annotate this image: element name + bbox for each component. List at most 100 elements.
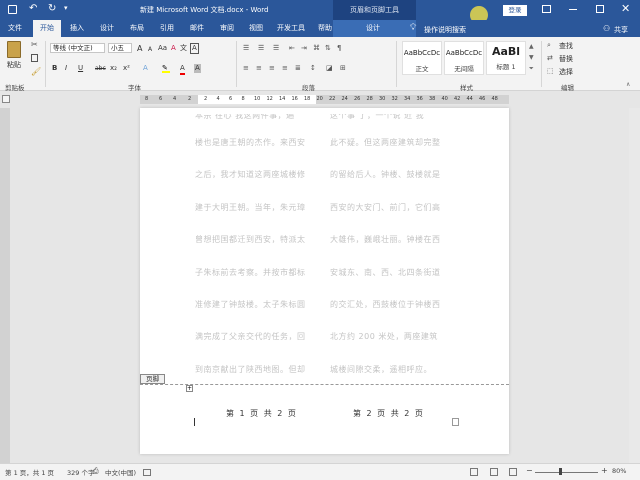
- cut-icon[interactable]: ✂: [31, 40, 38, 49]
- save-icon[interactable]: [8, 5, 17, 14]
- document-page[interactable]: [140, 108, 509, 454]
- style-heading-1[interactable]: AaBl 标题 1: [486, 41, 526, 75]
- numbering-icon[interactable]: ☰: [258, 44, 264, 52]
- close-icon[interactable]: ✕: [621, 2, 630, 15]
- style-normal[interactable]: AaBbCcDc 正文: [402, 41, 442, 75]
- ruler-number: 4: [173, 96, 177, 102]
- tab-review[interactable]: 审阅: [214, 20, 240, 37]
- sort-icon[interactable]: ⇅: [325, 44, 331, 52]
- styles-scroll-up-icon[interactable]: ▲: [529, 43, 534, 50]
- paste-button[interactable]: 粘贴: [7, 61, 21, 70]
- context-tools-title: 页眉和页脚工具: [333, 0, 416, 20]
- justify-icon[interactable]: ≡: [282, 64, 288, 72]
- ruler-number: 38: [429, 96, 436, 102]
- tab-references[interactable]: 引用: [154, 20, 180, 37]
- zoom-in-button[interactable]: +: [601, 466, 608, 475]
- font-color-button[interactable]: A: [180, 64, 185, 75]
- tab-view[interactable]: 视图: [243, 20, 269, 37]
- tab-home[interactable]: 开始: [33, 20, 61, 37]
- select-button[interactable]: 选择: [559, 68, 573, 77]
- text-effects-button[interactable]: A: [143, 64, 148, 73]
- ribbon-display-icon[interactable]: [542, 5, 551, 13]
- zoom-level[interactable]: 80%: [612, 467, 626, 475]
- zoom-out-button[interactable]: −: [526, 466, 533, 475]
- copy-icon[interactable]: [31, 54, 38, 62]
- tab-design[interactable]: 设计: [94, 20, 120, 37]
- word-count-status[interactable]: 329 个字: [67, 467, 94, 477]
- select-icon[interactable]: ⬚: [547, 67, 554, 75]
- borders-icon[interactable]: ⊞: [340, 64, 346, 72]
- align-right-icon[interactable]: ≡: [269, 64, 275, 72]
- page-count-status[interactable]: 第 1 页，共 1 页: [5, 467, 54, 477]
- style-no-spacing[interactable]: AaBbCcDc 无间隔: [444, 41, 484, 75]
- tab-layout[interactable]: 布局: [124, 20, 150, 37]
- font-size-box[interactable]: 小五: [108, 43, 132, 53]
- separator: [45, 41, 46, 87]
- replace-icon[interactable]: ⇄: [547, 54, 553, 62]
- redo-icon[interactable]: ↻: [48, 3, 56, 14]
- text-line: 准修建了钟鼓楼。太子朱标圆: [195, 300, 306, 309]
- increase-indent-icon[interactable]: ⇥: [301, 44, 307, 52]
- change-case-button[interactable]: Aa: [158, 44, 167, 53]
- tab-file[interactable]: 文件: [2, 20, 28, 37]
- align-left-icon[interactable]: ≡: [243, 64, 249, 72]
- bold-button[interactable]: B: [52, 64, 57, 73]
- text-line: 建于大明王朝。当年，朱元璋: [195, 202, 306, 212]
- find-icon[interactable]: ⌕: [547, 41, 551, 50]
- paste-icon[interactable]: [7, 41, 21, 58]
- distributed-icon[interactable]: ≣: [295, 64, 301, 72]
- vertical-scrollbar[interactable]: [629, 108, 640, 463]
- clear-format-button[interactable]: A: [171, 44, 176, 53]
- grow-font-button[interactable]: A: [137, 44, 142, 53]
- undo-icon[interactable]: ↶: [29, 3, 37, 14]
- tab-mailings[interactable]: 邮件: [184, 20, 210, 37]
- tell-me-search[interactable]: 操作说明搜索: [424, 25, 466, 35]
- zoom-slider-track[interactable]: [535, 472, 598, 473]
- move-handle-icon[interactable]: +: [186, 385, 193, 392]
- text-line: 满完成了父亲交代的任务，回: [195, 332, 306, 342]
- tab-selector-icon[interactable]: [2, 95, 10, 103]
- language-status[interactable]: 中文(中国): [105, 467, 136, 477]
- tab-insert[interactable]: 插入: [64, 20, 90, 37]
- superscript-button[interactable]: x²: [123, 64, 130, 73]
- underline-button[interactable]: U: [78, 64, 83, 73]
- zoom-slider-thumb[interactable]: [558, 468, 562, 475]
- minimize-icon[interactable]: [569, 9, 577, 10]
- highlight-icon[interactable]: ✎: [162, 64, 170, 73]
- styles-more-icon[interactable]: ⏷: [529, 65, 534, 73]
- bullets-icon[interactable]: ☰: [243, 44, 249, 52]
- decrease-indent-icon[interactable]: ⇤: [289, 44, 295, 52]
- strikethrough-button[interactable]: abc: [95, 64, 106, 73]
- collapse-ribbon-icon[interactable]: ∧: [626, 81, 630, 88]
- phonetic-guide-button[interactable]: 文: [180, 44, 187, 53]
- macro-icon[interactable]: [143, 469, 151, 476]
- chinese-layout-icon[interactable]: ⌘: [313, 44, 320, 52]
- italic-button[interactable]: I: [65, 64, 67, 73]
- line-spacing-icon[interactable]: ↕: [310, 64, 316, 72]
- shading-icon[interactable]: ◪: [326, 64, 333, 72]
- print-layout-icon[interactable]: [490, 468, 498, 476]
- vertical-ruler[interactable]: [0, 108, 10, 463]
- proofing-icon[interactable]: ⎙: [93, 467, 99, 476]
- subscript-button[interactable]: x₂: [110, 64, 117, 73]
- tab-context-design[interactable]: 设计: [355, 20, 391, 37]
- share-button[interactable]: 共享: [614, 25, 628, 35]
- char-border-button[interactable]: A: [190, 43, 199, 54]
- share-icon[interactable]: ⚇: [603, 24, 610, 33]
- restore-icon[interactable]: [596, 5, 604, 13]
- font-name-box[interactable]: 等线 (中文正): [50, 43, 105, 53]
- align-center-icon[interactable]: ≡: [256, 64, 262, 72]
- replace-button[interactable]: 替换: [559, 55, 573, 64]
- customize-qat-icon[interactable]: ▾: [64, 4, 68, 12]
- format-painter-icon[interactable]: 🖌︎: [31, 67, 41, 76]
- multilevel-icon[interactable]: ☰: [273, 44, 279, 52]
- styles-scroll-down-icon[interactable]: ▼: [529, 54, 534, 61]
- shrink-font-button[interactable]: A: [148, 45, 152, 54]
- focus-mode-icon[interactable]: [470, 468, 478, 476]
- show-marks-icon[interactable]: ¶: [337, 44, 341, 52]
- char-shading-button[interactable]: A: [194, 64, 201, 73]
- tab-developer[interactable]: 开发工具: [273, 20, 309, 37]
- login-button[interactable]: 登录: [503, 5, 527, 16]
- find-button[interactable]: 查找: [559, 42, 573, 51]
- web-layout-icon[interactable]: [509, 468, 517, 476]
